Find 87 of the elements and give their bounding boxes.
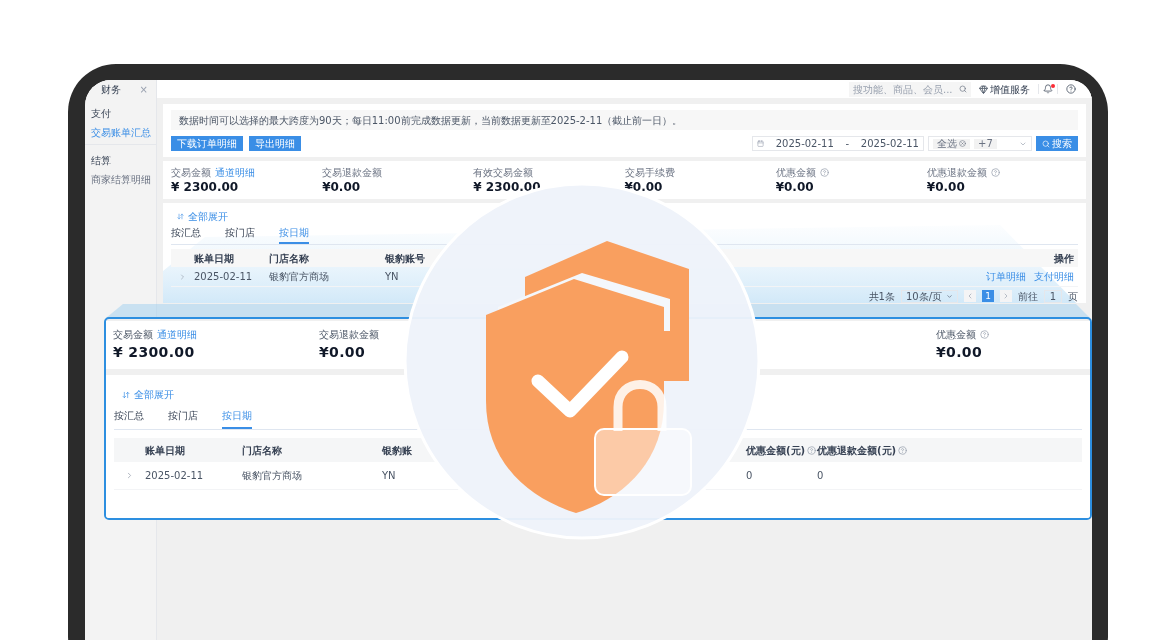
table-cell-text: 2025-02-11	[194, 270, 254, 284]
stat-value: ¥ 2300.00	[113, 343, 196, 362]
table-cell-text: 0	[817, 469, 824, 483]
shield-lock-icon	[486, 241, 692, 513]
tab[interactable]: 按汇总	[114, 408, 144, 429]
channel-detail-link[interactable]: 通道明细	[157, 327, 197, 342]
value-added-button[interactable]: 增值服务	[979, 81, 1030, 97]
date-range-field[interactable]: 2025-02-11 - 2025-02-11	[752, 136, 924, 151]
search-button[interactable]: 搜索	[1036, 136, 1078, 151]
goto-page-field[interactable]: 1	[1044, 289, 1062, 303]
stat-value: ¥0.00	[319, 343, 367, 362]
sort-icon	[177, 212, 184, 220]
tab[interactable]: 按日期	[279, 225, 309, 244]
stat-label: 交易退款金额	[322, 166, 383, 180]
column-header: 优惠金额(元)	[746, 443, 806, 458]
expand-all-button[interactable]: 全部展开	[177, 209, 228, 223]
chevron-down-icon	[946, 292, 953, 300]
sidebar-group-title: 结算	[91, 154, 112, 168]
stat-value: ¥ 2300.00	[473, 180, 542, 195]
stat-label: 交易金额	[171, 166, 211, 180]
help-icon	[819, 168, 829, 177]
stat-label: 有效交易金额	[473, 166, 534, 180]
table-cell-text: YN	[385, 270, 400, 284]
sidebar-tab[interactable]: 财务	[93, 81, 121, 97]
row-link[interactable]: 支付明细	[1034, 269, 1074, 284]
search-icon	[1042, 139, 1050, 148]
page-unit: 页	[1068, 289, 1078, 303]
stat-label: 交易退款金额	[319, 328, 379, 342]
column-header: 操作	[1054, 251, 1075, 266]
table-cell-text: 0	[746, 469, 754, 483]
action-button[interactable]: 下载订单明细	[171, 136, 243, 151]
column-header: 优惠退款金额(元)	[817, 443, 897, 458]
table-cell-text: 2025-02-11	[145, 469, 205, 483]
table-cell-text: YN	[382, 469, 397, 483]
page-size-select[interactable]: 10条/页	[900, 289, 958, 303]
sidebar-item[interactable]: 交易账单汇总	[91, 125, 150, 140]
column-header: 门店名称	[269, 251, 310, 266]
notice-text: 数据时间可以选择的最大跨度为90天；每日11:00前完成数据更新，当前数据更新至2025-2-11（截止前一日）。	[179, 113, 683, 128]
tab[interactable]: 按门店	[225, 225, 255, 244]
stat-value: ¥0.00	[926, 180, 966, 195]
goto-label: 前往	[1018, 289, 1038, 303]
diamond-icon	[979, 84, 988, 94]
search-icon	[959, 85, 967, 93]
next-page-button[interactable]	[1000, 290, 1012, 302]
column-header: 门店名称	[242, 443, 283, 458]
stat-value: ¥0.00	[624, 180, 664, 195]
help-icon[interactable]	[1066, 84, 1076, 94]
stat-label: 交易手续费	[624, 166, 675, 180]
page-button[interactable]: 1	[982, 290, 994, 302]
column-header: 账单日期	[194, 251, 235, 266]
table-cell-text: 银豹官方商场	[269, 270, 330, 284]
channel-detail-link[interactable]: 通道明细	[215, 165, 255, 180]
calendar-icon	[757, 140, 764, 147]
expand-all-button[interactable]: 全部展开	[122, 387, 174, 402]
help-icon	[807, 445, 817, 455]
table-cell-text: 银豹官方商场	[242, 469, 303, 483]
stat-label: 优惠退款金额	[926, 166, 987, 180]
row-link[interactable]: 订单明细	[986, 269, 1026, 284]
select-tag: +7	[974, 138, 997, 149]
select-tag: 全选	[933, 138, 970, 149]
help-icon	[990, 168, 1000, 177]
stat-label: 交易金额	[113, 328, 153, 342]
column-header: 银豹账号	[385, 251, 426, 266]
search-field[interactable]: 搜功能、商品、会员...	[849, 81, 971, 97]
column-header: 银豹账	[382, 443, 413, 458]
action-button[interactable]: 导出明细	[249, 136, 301, 151]
sidebar-group-title: 支付	[91, 107, 112, 121]
tab[interactable]: 按日期	[222, 408, 252, 429]
stat-value: ¥0.00	[775, 180, 815, 195]
sort-icon	[122, 390, 130, 399]
total-count: 共1条	[868, 289, 895, 303]
stat-value: ¥0.00	[322, 180, 362, 195]
stat-value: ¥0.00	[936, 343, 984, 362]
close-button[interactable]: ×	[139, 81, 148, 97]
help-icon	[898, 445, 908, 455]
stat-label: 优惠金额	[775, 166, 816, 180]
notification-icon[interactable]	[1043, 84, 1053, 94]
tab[interactable]: 按门店	[168, 408, 198, 429]
sidebar-item[interactable]: 商家结算明细	[91, 172, 150, 187]
clear-icon[interactable]	[959, 140, 966, 147]
tab[interactable]: 按汇总	[171, 225, 201, 244]
prev-page-button[interactable]	[964, 290, 976, 302]
stat-value: ¥ 2300.00	[171, 180, 240, 195]
stat-label: 优惠金额	[936, 328, 976, 342]
help-icon	[980, 330, 989, 339]
store-select[interactable]: 全选 +7	[928, 136, 1032, 151]
column-header: 账单日期	[145, 443, 186, 458]
